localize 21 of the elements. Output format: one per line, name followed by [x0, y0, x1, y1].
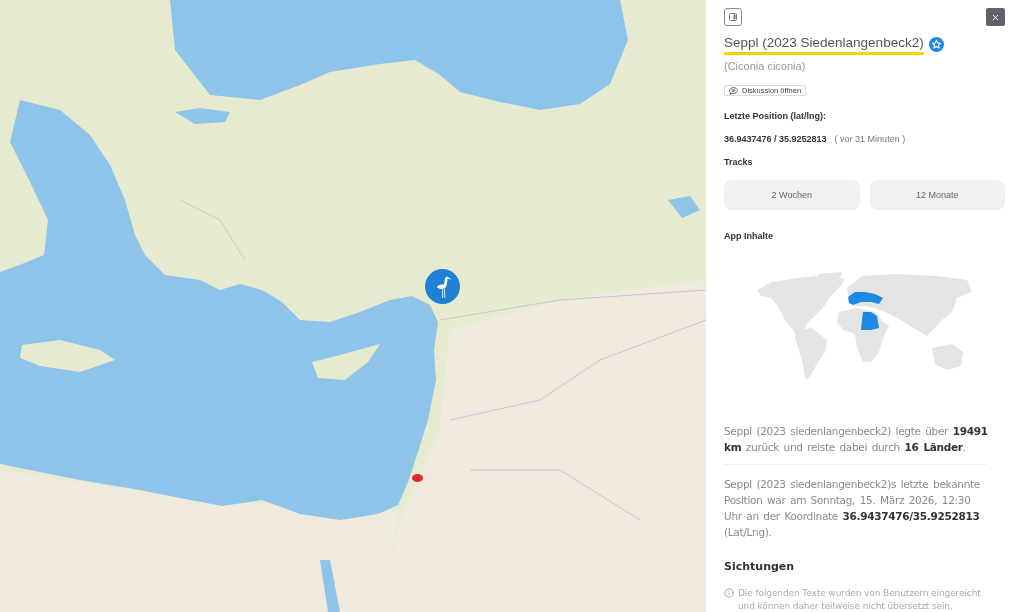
tracks-label: Tracks: [724, 157, 754, 168]
position-age: ( vor 31 Minuten ): [834, 134, 906, 145]
bird-name-title: Seppl (2023 Siedenlangenbeck2): [724, 34, 924, 55]
species-name: (Ciconia ciconia): [724, 60, 807, 73]
sidebar-toggle-button[interactable]: [724, 8, 742, 26]
summary-paragraph: Seppl (2023 siedenlangenbeck2)s letzte bekannte Position war am Sonntag, 15. März 2026, 12:30 Uhr an der Koordinate 36.9437476/35.9252813 (Lat/Lng).: [724, 477, 981, 540]
sightings-notice: Die folgenden Texte wurden von Benutzern eingereicht und können daher teilweise nicht übersetzt sein.: [738, 587, 982, 612]
close-icon: [991, 12, 1000, 22]
close-button[interactable]: [986, 8, 1005, 26]
coordinates-value: 36.9437476 / 35.9252813: [724, 134, 827, 145]
marker-dot-icon[interactable]: [412, 474, 423, 482]
track-range-button[interactable]: 12 Monate: [869, 180, 1005, 210]
track-range-button[interactable]: 2 Wochen: [724, 180, 860, 210]
info-icon: [724, 588, 734, 598]
chat-bubble-icon: [729, 86, 738, 95]
summary-paragraph: Seppl (2023 siedenlangenbeck2) legte über 19491 km zurück und reiste dabei durch 16 Länder.: [724, 424, 988, 455]
star-badge-icon: [928, 37, 944, 52]
app-content-label: App Inhalte: [724, 231, 774, 242]
sightings-heading: Sichtungen: [724, 560, 796, 573]
position-label: Letzte Position (lat/lng):: [724, 111, 827, 122]
sidebar-icon: [729, 13, 737, 21]
